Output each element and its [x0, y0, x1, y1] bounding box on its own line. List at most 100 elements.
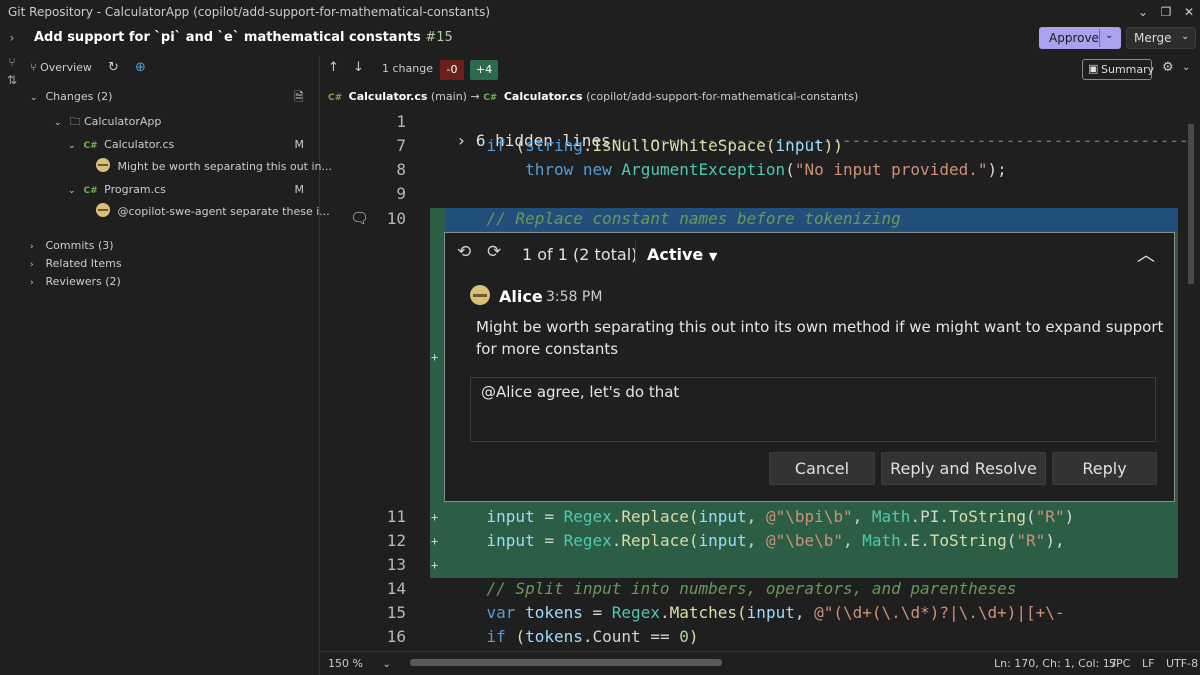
- next-comment-icon[interactable]: ⟳: [487, 242, 501, 262]
- pr-number: #15: [425, 30, 453, 45]
- arrow-down-icon[interactable]: ↓: [353, 60, 364, 75]
- added-marker: +: [431, 510, 439, 524]
- branch-icon[interactable]: ⑂: [4, 54, 20, 70]
- line-ending[interactable]: LF: [1142, 657, 1154, 670]
- chevron-down-icon[interactable]: ⌄: [1182, 62, 1190, 73]
- chevron-down-icon[interactable]: ⌄: [1181, 31, 1189, 42]
- file-item-program[interactable]: ⌄ C# Program.cs M: [68, 181, 318, 199]
- line-number: 16: [386, 627, 406, 646]
- chevron-down-icon[interactable]: ⌄: [1105, 30, 1113, 41]
- title-bar: Git Repository - CalculatorApp (copilot/…: [0, 0, 1200, 24]
- file-name: Program.cs: [104, 183, 166, 196]
- overview-label: Overview: [40, 61, 92, 74]
- left-file: Calculator.cs: [348, 90, 428, 103]
- cancel-button[interactable]: Cancel: [769, 452, 875, 485]
- folder-label: CalculatorApp: [84, 115, 162, 128]
- line-number: 15: [386, 603, 406, 622]
- folder-item[interactable]: ⌄ 🗀 CalculatorApp: [54, 113, 161, 131]
- csharp-icon: C#: [483, 93, 498, 103]
- reply-input[interactable]: @Alice agree, let's do that: [470, 377, 1156, 442]
- status-dropdown[interactable]: Active ▼: [647, 245, 717, 264]
- file-status: M: [294, 138, 305, 151]
- changes-section[interactable]: ⌄ Changes (2): [30, 88, 112, 106]
- reply-button[interactable]: Reply: [1052, 452, 1157, 485]
- pull-request-icon[interactable]: ⇅: [4, 72, 20, 88]
- code-line: if (tokens.Count == 0): [486, 627, 699, 646]
- code-line: if (string.IsNullOrWhiteSpace(input)): [486, 136, 843, 155]
- encoding[interactable]: UTF-8: [1166, 657, 1198, 670]
- avatar: [470, 285, 490, 305]
- added-badge: +4: [470, 60, 498, 80]
- csharp-icon: C#: [328, 93, 343, 103]
- right-file: Calculator.cs: [503, 90, 583, 103]
- approve-button[interactable]: Approve ⌄: [1039, 27, 1121, 49]
- file-item-calculator[interactable]: ⌄ C# Calculator.cs M: [68, 136, 318, 154]
- zoom-dropdown[interactable]: 150 % ⌄: [328, 657, 391, 670]
- arrow-right-icon: →: [470, 90, 480, 103]
- scrollbar-thumb[interactable]: [1188, 124, 1194, 284]
- line-number: 10: [386, 209, 406, 228]
- arrow-up-icon[interactable]: ↑: [328, 60, 339, 75]
- comment-body: Might be worth separating this out into …: [476, 318, 1164, 358]
- approve-separator: [1099, 29, 1100, 47]
- left-branch: (main): [430, 90, 467, 103]
- section-label: Commits (3): [45, 239, 114, 252]
- previous-comment-icon[interactable]: ⟲: [457, 242, 471, 262]
- file-view-icon[interactable]: 🗎: [294, 88, 304, 106]
- pr-header: Add support for `pi` and `e` mathematica…: [24, 24, 1200, 52]
- comment-item[interactable]: Might be worth separating this out in...: [96, 158, 332, 176]
- indent-mode[interactable]: SPC: [1109, 657, 1130, 670]
- file-name: Calculator.cs: [104, 138, 175, 151]
- refresh-icon[interactable]: ↻: [108, 59, 119, 77]
- section-label: Related Items: [45, 257, 122, 270]
- reviewers-section[interactable]: › Reviewers (2): [30, 273, 121, 291]
- globe-icon[interactable]: ⊕: [135, 59, 146, 77]
- chevron-down-icon: ⌄: [30, 93, 38, 103]
- line-number: 13: [386, 555, 406, 574]
- comment-author: Alice: [499, 287, 543, 306]
- csharp-icon: C#: [83, 141, 98, 151]
- comment-item[interactable]: @copilot-swe-agent separate these i...: [96, 203, 330, 221]
- comment-thread-panel: ⟲ ⟳ 1 of 1 (2 total) Active ▼ ︿ Alice 3:…: [444, 232, 1175, 502]
- restore-icon[interactable]: ❐: [1157, 3, 1175, 21]
- merge-button[interactable]: Merge ⌄: [1126, 27, 1196, 49]
- folder-icon: 🗀: [69, 115, 81, 128]
- pr-title: Add support for `pi` and `e` mathematica…: [34, 30, 453, 45]
- line-number: 11: [386, 507, 406, 526]
- added-marker: +: [431, 350, 439, 364]
- status-label: Active: [647, 245, 704, 264]
- line-number: 9: [396, 184, 406, 203]
- collapse-icon[interactable]: ︿: [1137, 241, 1155, 267]
- pr-title-text: Add support for `pi` and `e` mathematica…: [34, 30, 421, 45]
- chevron-right-icon: ›: [30, 260, 34, 270]
- chevron-right-icon[interactable]: ›: [4, 30, 20, 46]
- divider: [635, 241, 636, 265]
- commits-section[interactable]: › Commits (3): [30, 237, 114, 255]
- line-number: 1: [396, 112, 406, 131]
- summary-icon: ▣: [1088, 62, 1099, 75]
- window-title: Git Repository - CalculatorApp (copilot/…: [8, 5, 491, 19]
- code-line: input = Regex.Replace(input, @"\be\b", M…: [486, 531, 1065, 550]
- changes-label: Changes (2): [45, 90, 113, 103]
- zoom-level: 150 %: [328, 657, 363, 670]
- gear-icon[interactable]: ⚙: [1162, 60, 1174, 75]
- horizontal-scrollbar-thumb[interactable]: [410, 659, 722, 666]
- removed-badge: -0: [440, 60, 464, 80]
- code-line: // Split input into numbers, operators, …: [486, 579, 1017, 598]
- pull-request-icon: ⑂: [30, 61, 37, 74]
- overview-button[interactable]: ⑂ Overview: [30, 59, 92, 77]
- chevron-right-icon: ›: [30, 278, 34, 288]
- csharp-icon: C#: [83, 186, 98, 196]
- cursor-position[interactable]: Ln: 170, Ch: 1, Col: 17: [994, 657, 1117, 670]
- line-number: 12: [386, 531, 406, 550]
- file-status: M: [294, 183, 305, 196]
- line-number: 8: [396, 160, 406, 179]
- chevron-down-icon[interactable]: ⌄: [1134, 3, 1152, 21]
- right-branch: (copilot/add-support-for-mathematical-co…: [586, 90, 859, 103]
- close-icon[interactable]: ✕: [1180, 3, 1198, 21]
- sidebar: ⑂ Overview ↻ ⊕ ⌄ Changes (2) 🗎 ⌄ 🗀 Calcu…: [24, 56, 332, 675]
- related-items-section[interactable]: › Related Items: [30, 255, 122, 273]
- reply-and-resolve-button[interactable]: Reply and Resolve: [881, 452, 1046, 485]
- chevron-down-icon: ⌄: [68, 186, 76, 196]
- summary-button[interactable]: ▣ Summary: [1082, 59, 1154, 80]
